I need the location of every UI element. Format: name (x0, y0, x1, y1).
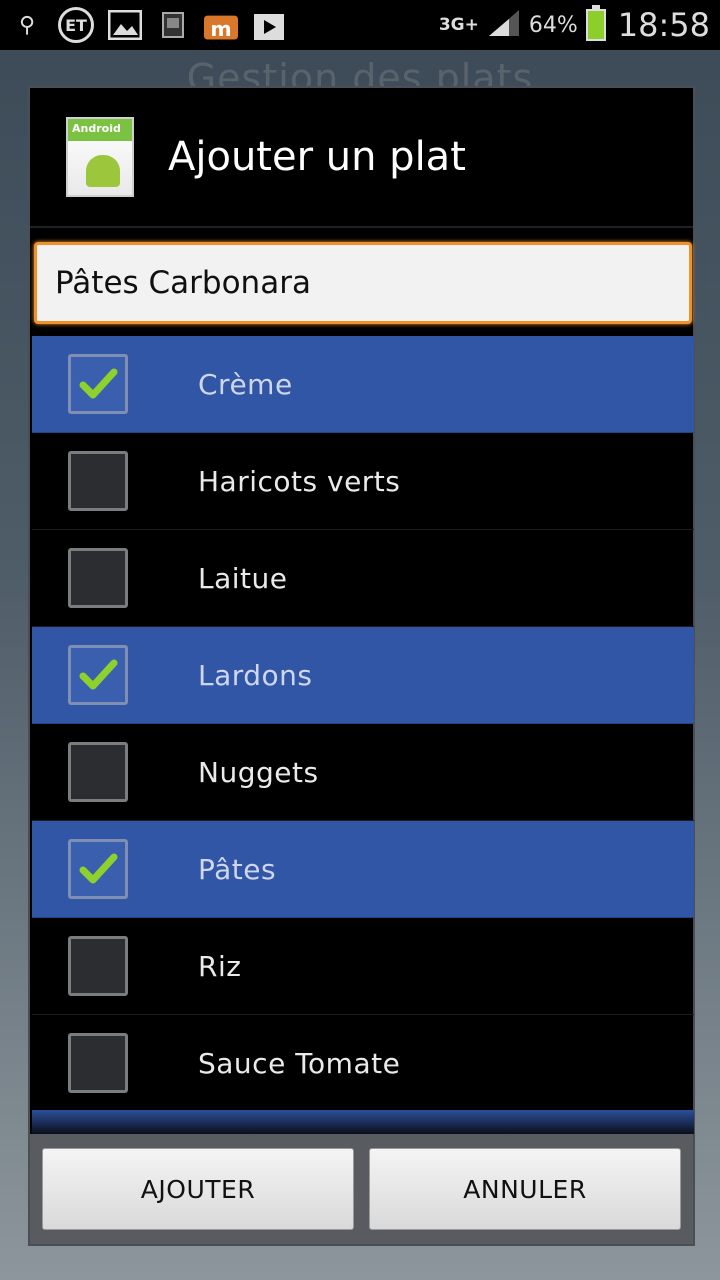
battery-charging-icon (585, 5, 606, 41)
list-item[interactable]: Haricots verts (32, 433, 694, 530)
item-label: Haricots verts (198, 464, 401, 498)
checkbox[interactable] (68, 742, 128, 802)
dialog-button-bar: AJOUTER ANNULER (30, 1134, 693, 1244)
battery-percent: 64% (528, 12, 578, 38)
dialog-title: Ajouter un plat (168, 134, 466, 180)
item-label: Pâtes (198, 852, 277, 886)
list-item[interactable]: Laitue (32, 530, 694, 627)
item-label: Laitue (198, 561, 288, 595)
m-app-icon: m (204, 8, 238, 42)
signal-icon (487, 8, 521, 42)
ingredient-list[interactable]: Crème Haricots verts Laitue Lardons Nugg… (32, 336, 694, 1112)
item-label: Lardons (198, 658, 313, 692)
image-icon (108, 8, 142, 42)
list-item[interactable]: Lardons (32, 627, 694, 724)
item-label: Sauce Tomate (198, 1046, 401, 1080)
checkmark-icon (79, 853, 118, 884)
list-item[interactable]: Riz (32, 918, 694, 1015)
checkbox[interactable] (68, 839, 128, 899)
sim-icon (156, 8, 190, 42)
dish-name-input[interactable] (34, 242, 692, 324)
checkmark-icon (79, 368, 118, 399)
checkbox[interactable] (68, 1033, 128, 1093)
add-button[interactable]: AJOUTER (42, 1148, 354, 1230)
dialog-header: Android Ajouter un plat (30, 88, 693, 228)
list-item[interactable]: Sauce Tomate (32, 1015, 694, 1112)
list-item[interactable]: Crème (32, 336, 694, 433)
et-icon: ET (58, 7, 94, 43)
status-bar: ⚲ ET m 3G+ 64% 18:58 (0, 0, 720, 50)
item-label: Nuggets (198, 755, 319, 789)
app-icon-label: Android (68, 119, 132, 141)
list-item[interactable]: Pâtes (32, 821, 694, 918)
cancel-button[interactable]: ANNULER (369, 1148, 681, 1230)
checkbox[interactable] (68, 645, 128, 705)
checkbox[interactable] (68, 548, 128, 608)
play-store-icon (252, 8, 286, 42)
network-type: 3G+ (438, 14, 479, 35)
checkbox[interactable] (68, 936, 128, 996)
add-dish-dialog: Android Ajouter un plat Crème Haricots v… (28, 86, 695, 1246)
checkmark-icon (79, 659, 118, 690)
android-app-icon: Android (66, 117, 134, 197)
item-label: Riz (198, 949, 242, 983)
list-overscroll-edge (32, 1110, 694, 1134)
usb-icon: ⚲ (18, 12, 36, 38)
list-item[interactable]: Nuggets (32, 724, 694, 821)
checkbox[interactable] (68, 354, 128, 414)
checkbox[interactable] (68, 451, 128, 511)
item-label: Crème (198, 367, 293, 401)
clock: 18:58 (617, 6, 710, 44)
svg-text:m: m (210, 17, 231, 41)
